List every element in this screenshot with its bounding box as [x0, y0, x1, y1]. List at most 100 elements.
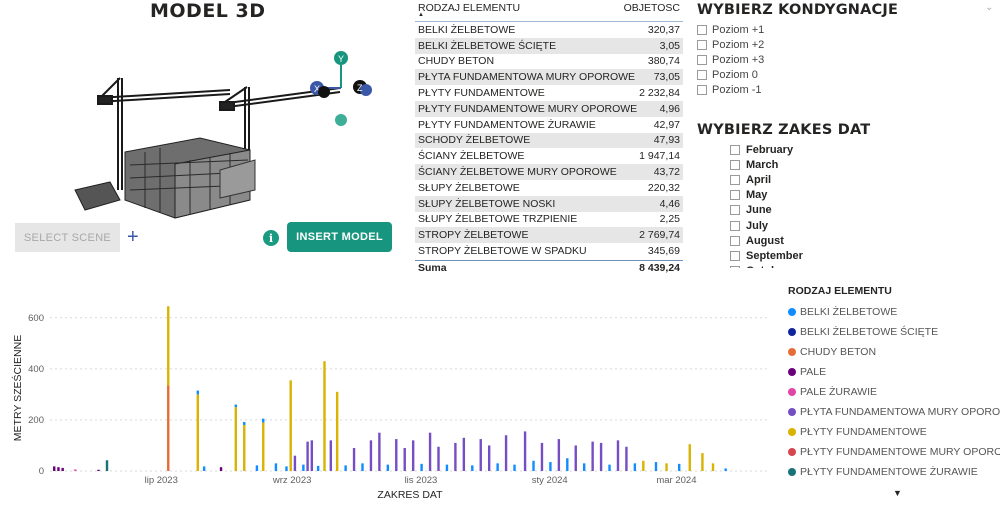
chart-bar[interactable]	[616, 440, 620, 471]
checkbox[interactable]	[697, 24, 707, 35]
table-row[interactable]: PŁYTY FUNDAMENTOWE 2 232,84	[415, 85, 683, 101]
chart-bar[interactable]	[329, 440, 333, 471]
chart-bar[interactable]	[688, 444, 691, 471]
chart-bar[interactable]	[293, 455, 297, 471]
chart-bar[interactable]	[582, 463, 586, 471]
sort-ascending-icon[interactable]: ▲	[418, 12, 424, 18]
chart-bar[interactable]	[479, 439, 482, 471]
checkbox[interactable]	[730, 250, 740, 261]
checkbox[interactable]	[697, 54, 707, 65]
select-scene-button[interactable]: SELECT SCENE	[15, 223, 120, 252]
chart-bar[interactable]	[724, 468, 727, 471]
chart-bar[interactable]	[496, 463, 499, 471]
axis-gizmo[interactable]: Y X Z	[310, 51, 372, 126]
month-option[interactable]: February	[730, 142, 803, 157]
chart-bar[interactable]	[167, 306, 170, 386]
chart-bar[interactable]	[411, 440, 415, 471]
legend-item[interactable]: PŁYTA FUNDAMENTOWA MURY OPOROWE	[788, 402, 1000, 422]
table-row[interactable]: SŁUPY ŻELBETOWE 220,32	[415, 180, 683, 196]
chart-bar[interactable]	[403, 448, 406, 471]
chart-bar[interactable]	[369, 440, 373, 471]
chart-bar[interactable]	[633, 463, 637, 471]
chart-bar[interactable]	[513, 464, 516, 471]
chart-bar[interactable]	[61, 467, 64, 471]
chart-bar[interactable]	[234, 407, 238, 471]
add-scene-icon[interactable]: +	[127, 226, 139, 248]
checkbox[interactable]	[730, 144, 740, 155]
legend-item[interactable]: BELKI ŻELBETOWE ŚCIĘTE	[788, 322, 1000, 342]
chart-bar[interactable]	[504, 435, 508, 471]
floor-option[interactable]: Poziom +2	[697, 37, 764, 52]
legend-item[interactable]: CHUDY BETON	[788, 342, 1000, 362]
legend-item[interactable]: PALE	[788, 362, 1000, 382]
table-row[interactable]: STROPY ŻELBETOWE W SPADKU 345,69	[415, 243, 683, 259]
chart-bar[interactable]	[323, 361, 326, 471]
table-row[interactable]: SCHODY ŻELBETOWE 47,93	[415, 132, 683, 149]
chart-bar[interactable]	[591, 441, 594, 471]
legend-item[interactable]: PALE ŻURAWIE	[788, 382, 1000, 402]
chart-bar[interactable]	[202, 466, 206, 471]
checkbox[interactable]	[730, 159, 740, 170]
info-icon[interactable]: i	[263, 230, 279, 246]
table-row[interactable]: CHUDY BETON 380,74	[415, 54, 683, 70]
table-row[interactable]: SŁUPY ŻELBETOWE TRZPIENIE 2,25	[415, 212, 683, 228]
checkbox[interactable]	[730, 190, 740, 201]
checkbox[interactable]	[730, 266, 740, 268]
table-row[interactable]: PŁYTA FUNDAMENTOWA MURY OPOROWE 73,05	[415, 69, 683, 86]
chart-bar[interactable]	[420, 463, 423, 471]
chart-bar[interactable]	[549, 462, 552, 471]
floor-option[interactable]: Poziom -1	[697, 82, 764, 97]
table-row[interactable]: PŁYTY FUNDAMENTOWE ŻURAWIE 42,97	[415, 117, 683, 133]
chart-bar[interactable]	[566, 458, 569, 471]
chart-bar[interactable]	[608, 464, 611, 471]
chevron-down-icon[interactable]: ⌄	[985, 2, 993, 13]
chart-bar[interactable]	[540, 442, 544, 471]
floor-option[interactable]: Poziom +3	[697, 52, 764, 67]
legend-item[interactable]: BELKI ŻELBETOWE	[788, 302, 1000, 322]
checkbox[interactable]	[697, 39, 707, 50]
chart-bar[interactable]	[665, 463, 668, 471]
chart-bar[interactable]	[289, 380, 292, 471]
chart-bar[interactable]	[654, 462, 658, 471]
chart-bar[interactable]	[53, 466, 56, 471]
chart-bar[interactable]	[487, 445, 491, 471]
legend-item[interactable]: PŁYTY FUNDAMENTOWE	[788, 422, 1000, 442]
chart-bar[interactable]	[471, 465, 474, 471]
chart-bar[interactable]	[97, 469, 100, 471]
month-option[interactable]: March	[730, 157, 803, 172]
chart-bar[interactable]	[196, 394, 200, 471]
chart-bar[interactable]	[255, 465, 259, 471]
chart-bar[interactable]	[219, 467, 223, 471]
table-row[interactable]: BELKI ŻELBETOWE 320,37	[415, 22, 683, 38]
chart-bar[interactable]	[386, 464, 390, 471]
chart-bar[interactable]	[557, 439, 561, 471]
chart-bar[interactable]	[167, 385, 170, 471]
chart-bar[interactable]	[274, 463, 278, 471]
chart-bar[interactable]	[344, 465, 347, 471]
month-option[interactable]: September	[730, 248, 803, 263]
checkbox[interactable]	[697, 69, 707, 80]
chart-bar[interactable]	[642, 460, 645, 471]
month-option[interactable]: April	[730, 172, 803, 187]
column-header-element[interactable]: RODZAJ ELEMENTU	[418, 2, 520, 21]
chart-bar[interactable]	[243, 421, 246, 426]
table-row[interactable]: STROPY ŻELBETOWE 2 769,74	[415, 227, 683, 244]
chart-bar[interactable]	[262, 422, 265, 471]
floor-option[interactable]: Poziom +1	[697, 22, 764, 37]
chart-bar[interactable]	[262, 418, 265, 423]
legend-item[interactable]: PŁYTY FUNDAMENTOWE MURY OPOROWE	[788, 442, 1000, 462]
checkbox[interactable]	[730, 220, 740, 231]
month-option[interactable]: October	[730, 264, 803, 268]
table-row[interactable]: SŁUPY ŻELBETOWE NOSKI 4,46	[415, 195, 683, 212]
chart-bar[interactable]	[285, 466, 288, 471]
table-row[interactable]: PŁYTY FUNDAMENTOWE MURY OPOROWE 4,96	[415, 100, 683, 117]
month-option[interactable]: May	[730, 188, 803, 203]
chart-bar[interactable]	[234, 404, 238, 408]
chart-bar[interactable]	[445, 464, 449, 471]
chart-bar[interactable]	[395, 439, 398, 471]
chart-bar[interactable]	[196, 390, 200, 395]
chart-bar[interactable]	[243, 425, 246, 471]
chart-bar[interactable]	[599, 442, 603, 471]
chart-bar[interactable]	[678, 463, 681, 471]
model-3d-viewer[interactable]: Y X Z	[70, 40, 390, 235]
